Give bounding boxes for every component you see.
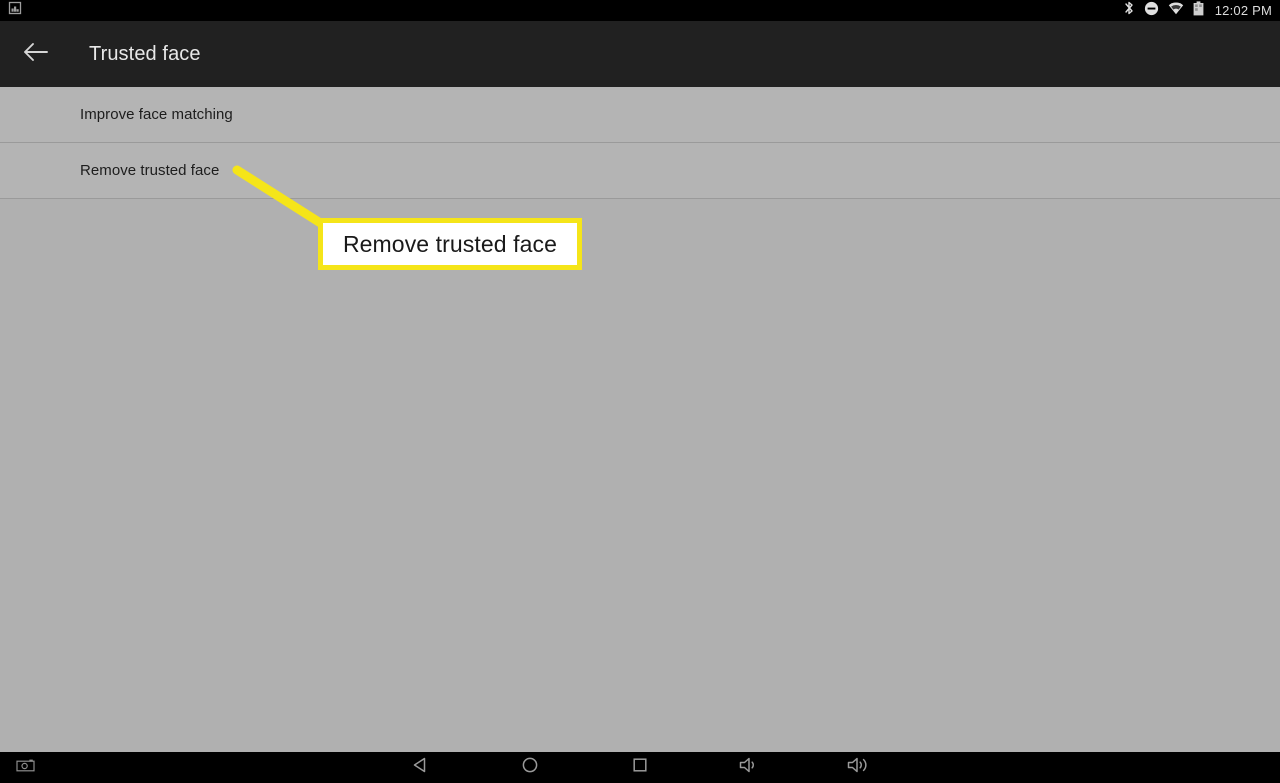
wifi-icon [1168, 1, 1184, 21]
nav-home-button[interactable] [500, 752, 560, 783]
settings-list: Improve face matching Remove trusted fac… [0, 87, 1280, 199]
action-bar: Trusted face [0, 21, 1280, 87]
status-bar-system-icons: 12:02 PM [1123, 0, 1272, 21]
square-recents-icon [630, 755, 650, 780]
bluetooth-icon [1123, 0, 1135, 21]
circle-home-icon [520, 755, 540, 780]
empty-content-area [0, 200, 1280, 752]
nav-screenshot-button[interactable] [8, 752, 44, 783]
do-not-disturb-icon [1144, 1, 1159, 21]
status-bar-notifications [8, 1, 22, 20]
camera-icon [16, 758, 36, 778]
arrow-left-icon [23, 41, 49, 68]
list-item-remove-trusted-face[interactable]: Remove trusted face [0, 143, 1280, 199]
list-item-label: Remove trusted face [80, 162, 220, 179]
navigation-bar [0, 752, 1280, 783]
back-button[interactable] [8, 21, 64, 87]
volume-down-icon [738, 755, 762, 780]
battery-icon [1193, 0, 1204, 21]
nav-volume-up-button[interactable] [830, 752, 890, 783]
nav-volume-down-button[interactable] [720, 752, 780, 783]
volume-up-icon [846, 755, 874, 780]
triangle-back-icon [410, 755, 430, 780]
status-bar: 12:02 PM [0, 0, 1280, 21]
status-bar-clock: 12:02 PM [1214, 3, 1272, 18]
android-settings-screen: 12:02 PM Trusted face Improve face match… [0, 0, 1280, 783]
list-item-label: Improve face matching [80, 106, 233, 123]
list-item-improve-face-matching[interactable]: Improve face matching [0, 87, 1280, 143]
page-title: Trusted face [89, 42, 201, 65]
screenshot-notification-icon [8, 1, 22, 20]
nav-recents-button[interactable] [610, 752, 670, 783]
nav-back-button[interactable] [390, 752, 450, 783]
